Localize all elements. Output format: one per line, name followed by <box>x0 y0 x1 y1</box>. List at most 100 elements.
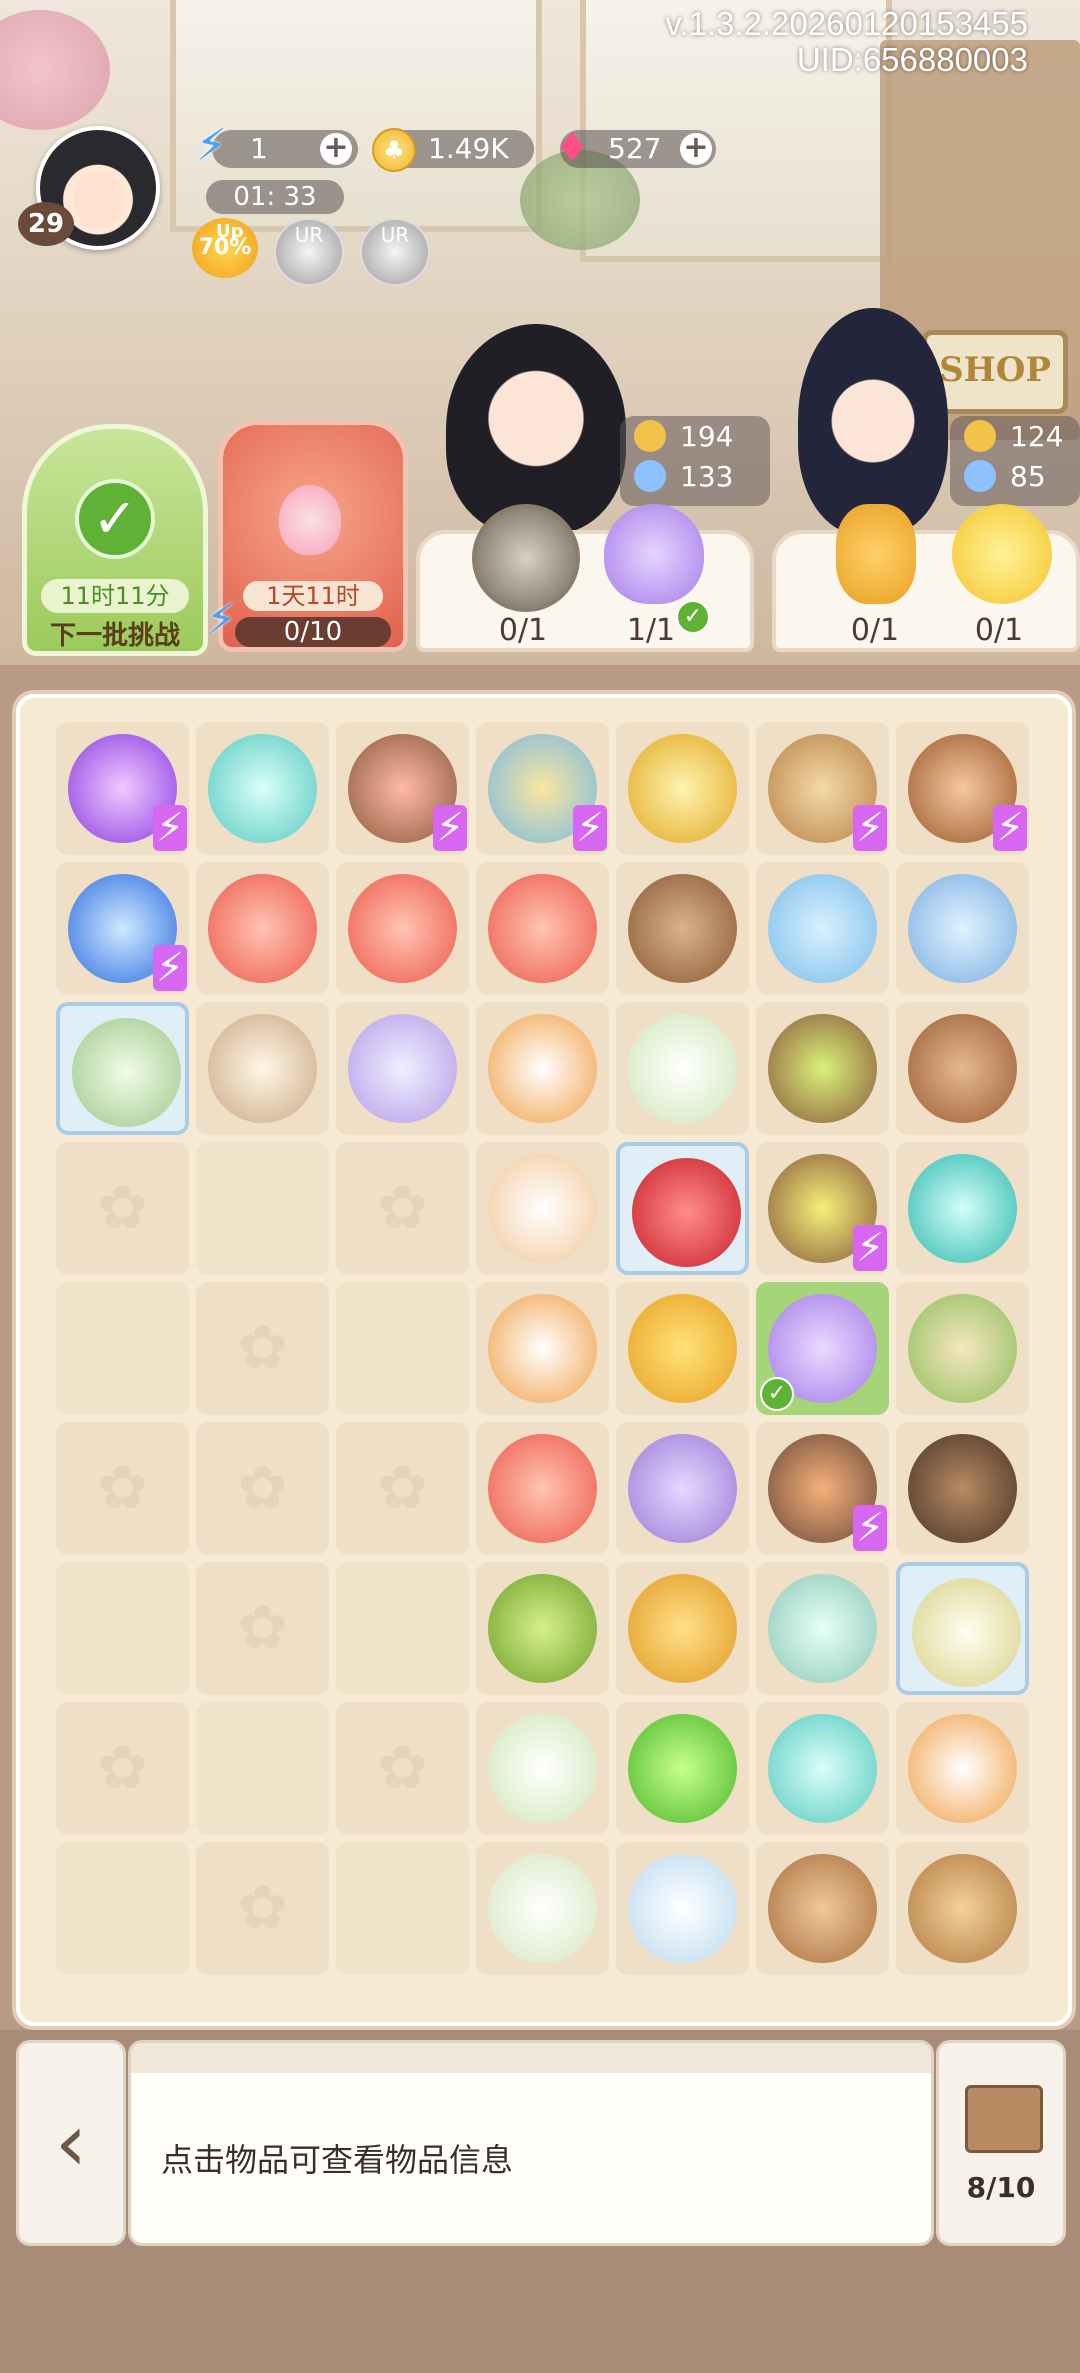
board-cell[interactable]: ⚡ <box>756 722 889 855</box>
board-cell[interactable]: ⚡ <box>476 722 609 855</box>
energy-producer-icon: ⚡ <box>853 1225 887 1271</box>
add-energy-button[interactable]: + <box>320 133 352 165</box>
stone-emblem-icon <box>472 504 580 612</box>
box-icon <box>965 2085 1043 2153</box>
board-grid: ⚡ ⚡ ⚡ ⚡ ⚡ ⚡ ⚡ ✓ ⚡ <box>56 722 1029 1975</box>
add-gems-button[interactable]: + <box>680 133 712 165</box>
item-info-text: 点击物品可查看物品信息 <box>161 2141 514 2179</box>
avatar-face <box>74 172 124 228</box>
board-cell[interactable] <box>896 862 1029 995</box>
board-cell[interactable]: ⚡ <box>56 722 189 855</box>
board-cell <box>336 1842 469 1975</box>
board-cell[interactable]: ⚡ <box>756 1422 889 1555</box>
board-cell[interactable] <box>616 722 749 855</box>
puzzle-pieces-icon <box>768 1714 877 1823</box>
version-info: v.1.3.2.20260120153455 UID:656880003 <box>665 6 1028 78</box>
order-1-count-1: 0/1 <box>498 613 548 648</box>
board-cell[interactable] <box>756 1842 889 1975</box>
tea-cup-frozen-icon <box>912 1578 1021 1687</box>
board-cell[interactable] <box>196 1002 329 1135</box>
board-cell[interactable]: ⚡ <box>56 862 189 995</box>
storage-count: 8/10 <box>966 2171 1036 2204</box>
board-cell <box>56 1142 189 1275</box>
up-label: Up <box>216 221 244 242</box>
storage-box-button[interactable]: 8/10 <box>936 2040 1066 2246</box>
board-cell[interactable] <box>896 1562 1029 1695</box>
board-cell[interactable] <box>756 1702 889 1835</box>
board-cell[interactable] <box>616 1702 749 1835</box>
clownfish-icon <box>488 1294 597 1403</box>
board-cell[interactable] <box>476 1842 609 1975</box>
flower-bud-icon <box>279 485 341 555</box>
order-1-coin: 194 <box>680 419 734 453</box>
board-cell[interactable] <box>56 1002 189 1135</box>
board-cell[interactable] <box>896 1422 1029 1555</box>
sprout-plot-icon <box>768 1014 877 1123</box>
energy-producer-icon: ⚡ <box>853 1505 887 1551</box>
board-cell[interactable] <box>896 1282 1029 1415</box>
small-cabinet-icon <box>908 1014 1017 1123</box>
version-text: v.1.3.2.20260120153455 <box>665 5 1028 42</box>
blue-bottle-icon <box>908 874 1017 983</box>
board-cell[interactable] <box>476 1422 609 1555</box>
event-card[interactable]: 1天11时 0/10 <box>218 420 408 652</box>
board-cell[interactable] <box>756 862 889 995</box>
board-cell[interactable]: ✓ <box>756 1282 889 1415</box>
board-cell <box>196 1562 329 1695</box>
back-button[interactable]: ‹ <box>16 2040 126 2246</box>
board-cell[interactable]: ⚡ <box>336 722 469 855</box>
board-cell[interactable] <box>616 1422 749 1555</box>
clownfish-icon <box>908 1714 1017 1823</box>
order-card-2[interactable]: 0/1 0/1 <box>772 504 1080 652</box>
board-cell[interactable] <box>756 1562 889 1695</box>
board-cell[interactable] <box>616 1282 749 1415</box>
board-cell[interactable]: ⚡ <box>756 1142 889 1275</box>
order-1-rewards: 194 133 <box>620 416 770 506</box>
yellow-creature-icon <box>836 504 916 604</box>
board-cell[interactable] <box>896 1142 1029 1275</box>
butterfly-icon <box>964 460 996 492</box>
gold-value: 1.49K <box>428 132 509 165</box>
gem-icon: ♦ <box>554 125 590 171</box>
board-cell[interactable] <box>476 1142 609 1275</box>
board-cell[interactable] <box>756 1002 889 1135</box>
customer-character-1[interactable] <box>446 324 626 534</box>
puzzle-pieces-icon <box>208 734 317 843</box>
board-cell <box>196 1842 329 1975</box>
board-cell[interactable] <box>476 1562 609 1695</box>
board-cell[interactable] <box>616 1002 749 1135</box>
board-cell[interactable] <box>336 862 469 995</box>
board-cell[interactable] <box>476 862 609 995</box>
board-cell[interactable] <box>476 1702 609 1835</box>
board-cell[interactable] <box>336 1002 469 1135</box>
up-boost-badge[interactable]: Up 70% <box>192 218 258 278</box>
red-fish-icon <box>488 874 597 983</box>
board-cell <box>336 1282 469 1415</box>
board-cell[interactable] <box>616 1142 749 1275</box>
customer-character-2[interactable] <box>798 308 948 534</box>
board-cell[interactable] <box>616 1562 749 1695</box>
order-2-coin: 124 <box>1010 419 1064 453</box>
board-cell[interactable] <box>476 1282 609 1415</box>
ur-badge-1[interactable]: UR <box>274 218 344 286</box>
board-cell[interactable] <box>896 1842 1029 1975</box>
board-cell[interactable] <box>616 862 749 995</box>
next-challenge-card[interactable]: ✓ 11时11分 下一批挑战 <box>22 424 208 656</box>
event-bolt-icon: ⚡ <box>206 594 237 645</box>
board-cell[interactable]: ⚡ <box>896 722 1029 855</box>
board-cell[interactable] <box>196 722 329 855</box>
board-cell[interactable] <box>896 1002 1029 1135</box>
order-2-butterfly: 85 <box>1010 459 1046 493</box>
board-cell[interactable] <box>616 1842 749 1975</box>
energy-producer-icon: ⚡ <box>853 805 887 851</box>
item-info-panel: 点击物品可查看物品信息 <box>128 2040 934 2246</box>
board-cell[interactable] <box>476 1002 609 1135</box>
board-cell[interactable] <box>896 1702 1029 1835</box>
order-complete-check-icon: ✓ <box>676 600 710 634</box>
red-fish-icon <box>348 874 457 983</box>
event-timer: 1天11时 <box>243 581 383 611</box>
order-card-1[interactable]: 0/1 1/1 ✓ <box>416 504 754 652</box>
perfume-bottle-icon <box>628 734 737 843</box>
ur-badge-2[interactable]: UR <box>360 218 430 286</box>
board-cell[interactable] <box>196 862 329 995</box>
